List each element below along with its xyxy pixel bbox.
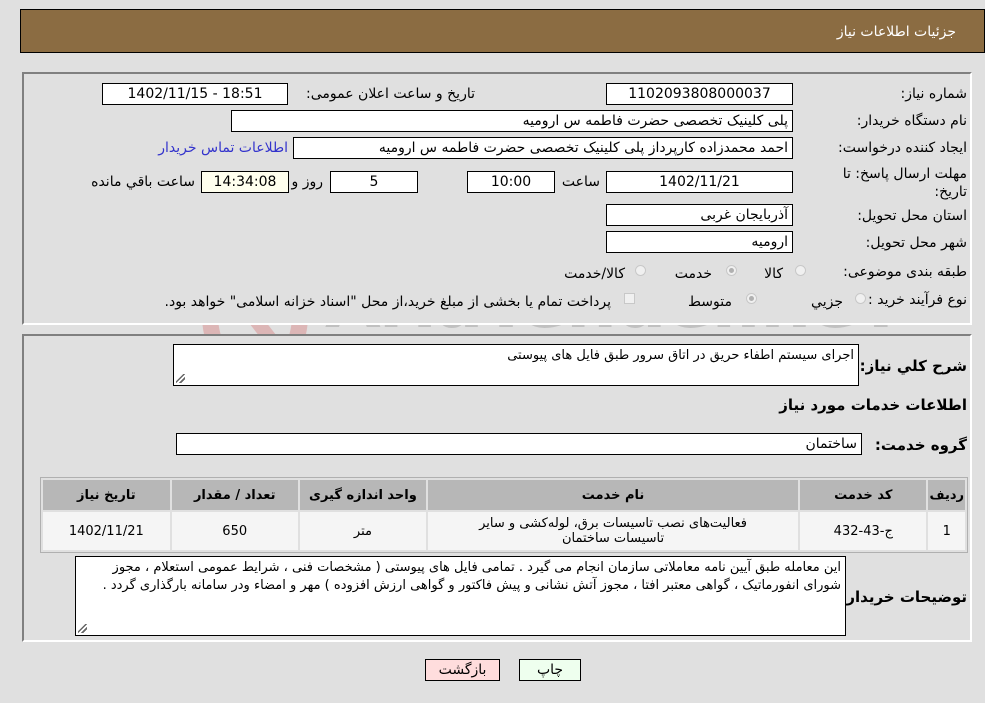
buyer-notes-label: توضیحات خریدار: bbox=[840, 588, 967, 606]
service-group-label: گروه خدمت: bbox=[874, 436, 967, 454]
description-textarea[interactable]: اجرای سیستم اطفاء حریق در اتاق سرور طبق … bbox=[173, 344, 859, 386]
page-header: جزئیات اطلاعات نیاز bbox=[20, 9, 985, 53]
remaining-time-field: 14:34:08 bbox=[201, 171, 289, 193]
category-radio-service[interactable] bbox=[726, 265, 737, 276]
cell-unit: متر bbox=[299, 512, 427, 550]
cell-quantity: 650 bbox=[171, 512, 298, 550]
col-header-quantity: تعداد / مقدار bbox=[171, 480, 298, 510]
table-row: 1 ج-43-432 فعالیت‌های نصب تاسیسات برق، ل… bbox=[43, 512, 965, 550]
purchase-radio-medium[interactable] bbox=[746, 293, 757, 304]
resize-grip-icon[interactable] bbox=[78, 624, 87, 633]
col-header-unit: واحد اندازه گیری bbox=[299, 480, 427, 510]
cell-service-name: فعالیت‌های نصب تاسیسات برق، لوله‌کشی و س… bbox=[428, 512, 799, 550]
purchase-option-minor: جزيي bbox=[811, 294, 843, 310]
days-remaining-field: 5 bbox=[330, 171, 418, 193]
buyer-org-label: نام دستگاه خریدار: bbox=[856, 113, 967, 129]
deadline-label: مهلت ارسال پاسخ: تا تاریخ: bbox=[842, 166, 967, 200]
cell-need-date: 1402/11/21 bbox=[43, 512, 170, 550]
treasury-checkbox[interactable] bbox=[624, 293, 635, 304]
resize-grip-icon[interactable] bbox=[176, 374, 185, 383]
deadline-time-label: ساعت bbox=[561, 174, 600, 190]
treasury-note: پرداخت تمام یا بخشی از مبلغ خرید،از محل … bbox=[164, 294, 611, 310]
city-label: شهر محل تحویل: bbox=[865, 235, 967, 251]
province-label: استان محل تحویل: bbox=[857, 208, 967, 224]
category-radio-goods[interactable] bbox=[795, 265, 806, 276]
purchase-type-label: نوع فرآیند خرید : bbox=[868, 292, 967, 308]
services-heading: اطلاعات خدمات مورد نیاز bbox=[779, 396, 967, 414]
purchase-option-medium: متوسط bbox=[688, 294, 732, 310]
category-option-goods-service: کالا/خدمت bbox=[564, 266, 625, 282]
city-field: ارومیه bbox=[606, 231, 793, 253]
description-label: شرح کلي نیاز: bbox=[859, 357, 967, 375]
announce-datetime-field: 1402/11/15 - 18:51 bbox=[102, 83, 288, 105]
description-text: اجرای سیستم اطفاء حریق در اتاق سرور طبق … bbox=[507, 348, 854, 363]
category-option-service: خدمت bbox=[674, 266, 712, 282]
cell-row-number: 1 bbox=[928, 512, 965, 550]
deadline-date-field: 1402/11/21 bbox=[606, 171, 793, 193]
print-button[interactable]: چاپ bbox=[519, 659, 581, 681]
buyer-notes-textarea[interactable]: این معامله طبق آیین نامه معاملاتی سازمان… bbox=[75, 556, 846, 636]
buyer-notes-text: این معامله طبق آیین نامه معاملاتی سازمان… bbox=[102, 560, 841, 593]
services-table: ردیف کد خدمت نام خدمت واحد اندازه گیری ت… bbox=[40, 477, 968, 553]
buyer-org-field: پلی کلینیک تخصصی حضرت فاطمه س ارومیه bbox=[231, 110, 793, 132]
category-option-goods: کالا bbox=[764, 266, 783, 282]
col-header-service-code: کد خدمت bbox=[800, 480, 927, 510]
days-label: روز و bbox=[291, 174, 324, 190]
deadline-time-field: 10:00 bbox=[467, 171, 555, 193]
need-number-label: شماره نیاز: bbox=[900, 86, 968, 102]
announce-label: تاریخ و ساعت اعلان عمومی: bbox=[306, 86, 475, 102]
service-group-field: ساختمان bbox=[176, 433, 862, 455]
table-header-row: ردیف کد خدمت نام خدمت واحد اندازه گیری ت… bbox=[43, 480, 965, 510]
col-header-service-name: نام خدمت bbox=[428, 480, 799, 510]
purchase-radio-minor[interactable] bbox=[855, 293, 866, 304]
province-field: آذربایجان غربی bbox=[606, 204, 793, 226]
need-number-field: 1102093808000037 bbox=[606, 83, 793, 105]
col-header-row-number: ردیف bbox=[928, 480, 965, 510]
buyer-contact-link[interactable]: اطلاعات تماس خریدار bbox=[158, 140, 288, 156]
cell-service-code: ج-43-432 bbox=[800, 512, 927, 550]
creator-field: احمد محمدزاده کارپرداز پلی کلینیک تخصصی … bbox=[293, 137, 793, 159]
remaining-time-label: ساعت باقي مانده bbox=[91, 174, 195, 190]
col-header-need-date: تاریخ نیاز bbox=[43, 480, 170, 510]
category-radio-goods-service[interactable] bbox=[635, 265, 646, 276]
creator-label: ایجاد کننده درخواست: bbox=[838, 140, 967, 156]
page-title: جزئیات اطلاعات نیاز bbox=[836, 24, 956, 40]
back-button[interactable]: بازگشت bbox=[425, 659, 500, 681]
category-label: طبقه بندی موضوعی: bbox=[843, 264, 967, 280]
